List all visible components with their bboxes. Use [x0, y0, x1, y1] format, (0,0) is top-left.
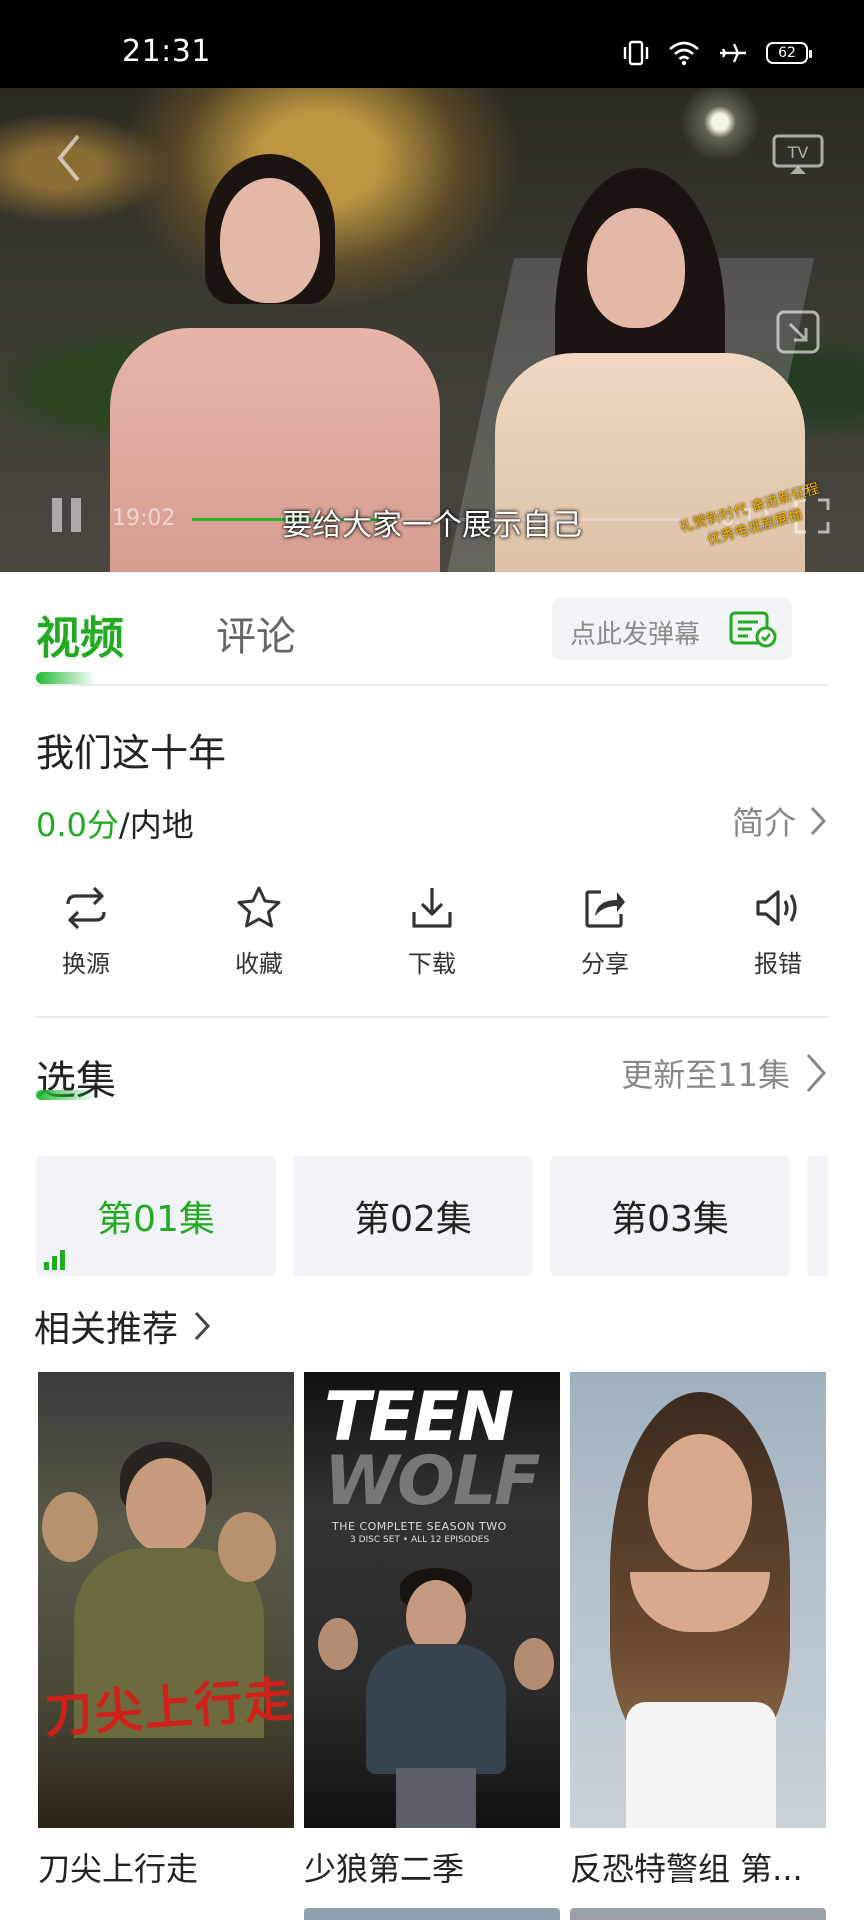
recommendation-poster-3[interactable]	[570, 1372, 826, 1828]
next-row-poster-peek	[304, 1908, 560, 1920]
episodes-update-label: 更新至11集	[621, 1056, 790, 1094]
favorite-button[interactable]: 收藏	[199, 884, 319, 979]
episodes-update-link[interactable]: 更新至11集	[621, 1050, 828, 1096]
vibrate-icon	[623, 40, 649, 66]
wifi-icon	[669, 41, 699, 66]
danmaku-input-button[interactable]: 点此发弹幕	[552, 598, 792, 660]
episode-label: 第03集	[611, 1199, 729, 1240]
chevron-right-icon	[810, 806, 827, 836]
poster-subtitle-2: 3 DISC SET • ALL 12 EPISODES	[350, 1535, 490, 1545]
action-label: 报错	[754, 950, 802, 978]
episode-label: 第01集	[97, 1199, 215, 1240]
next-row-poster-peek	[570, 1908, 826, 1920]
episode-card-partial[interactable]	[807, 1156, 828, 1276]
swap-source-button[interactable]: 换源	[26, 884, 146, 979]
action-label: 收藏	[235, 950, 283, 978]
battery-level: 62	[778, 45, 796, 61]
danmaku-placeholder: 点此发弹幕	[570, 620, 701, 650]
svg-text:TV: TV	[787, 143, 809, 162]
report-error-button[interactable]: 报错	[718, 884, 838, 979]
poster-title-line-2: WOLF	[324, 1442, 541, 1521]
chevron-right-icon	[194, 1311, 211, 1341]
tv-cast-icon[interactable]: TV	[772, 134, 824, 176]
tab-active-indicator	[36, 672, 96, 684]
speaker-icon	[756, 890, 797, 926]
show-title: 我们这十年	[36, 731, 227, 775]
divider	[36, 684, 828, 686]
recommendation-poster-2[interactable]: TEEN WOLF THE COMPLETE SEASON TWO 3 DISC…	[304, 1372, 560, 1828]
airplane-icon	[720, 43, 746, 63]
battery-icon: 62	[766, 42, 812, 64]
status-time: 21:31	[122, 34, 211, 69]
danmaku-icon	[729, 611, 777, 648]
swap-icon	[66, 886, 106, 930]
tab-video[interactable]: 视频	[36, 602, 124, 666]
show-region: /内地	[118, 806, 194, 844]
action-label: 换源	[62, 950, 110, 978]
content-tabs: 视频 评论 点此发弹幕	[0, 572, 864, 686]
tab-comments[interactable]: 评论	[216, 604, 296, 662]
recommendation-label-1[interactable]: 刀尖上行走	[38, 1844, 294, 1890]
episode-card-2[interactable]: 第02集	[293, 1156, 533, 1276]
action-label: 分享	[581, 950, 629, 978]
share-icon	[585, 890, 625, 928]
recommendations-title: 相关推荐	[34, 1309, 179, 1350]
status-bar: 21:31 62	[0, 0, 864, 88]
star-icon	[237, 886, 281, 928]
divider	[36, 1016, 828, 1018]
recommendation-label-3[interactable]: 反恐特警组 第...	[570, 1844, 826, 1890]
download-button[interactable]: 下载	[372, 884, 492, 979]
poster-subtitle: THE COMPLETE SEASON TWO	[332, 1520, 507, 1533]
show-score: 0.0分	[36, 806, 119, 844]
back-arrow-icon[interactable]	[48, 128, 88, 188]
action-bar: 换源 收藏 下载 分享 报错	[0, 884, 864, 994]
picture-in-picture-icon[interactable]	[776, 310, 820, 354]
chevron-right-icon	[806, 1054, 827, 1092]
episode-label: 第02集	[354, 1199, 472, 1240]
recommendations-link[interactable]: 相关推荐	[34, 1300, 212, 1352]
episode-list: 第01集 第02集 第03集	[36, 1156, 828, 1276]
intro-label: 简介	[731, 804, 796, 842]
recommendation-poster-1[interactable]: 刀尖上行走	[38, 1372, 294, 1828]
video-player[interactable]: TV 19:02 46:12 要给大家一个展示自己 礼赞新时代 奋进新征程 优秀…	[0, 88, 864, 572]
episode-card-1[interactable]: 第01集	[36, 1156, 276, 1276]
intro-link[interactable]: 简介	[732, 798, 828, 844]
episodes-title-indicator	[36, 1090, 96, 1100]
share-button[interactable]: 分享	[545, 884, 665, 979]
download-icon	[412, 888, 452, 928]
action-label: 下载	[408, 950, 456, 978]
show-rating: 0.0分/内地	[36, 800, 194, 846]
status-icons: 62	[622, 40, 812, 66]
episode-card-3[interactable]: 第03集	[550, 1156, 790, 1276]
now-playing-icon	[44, 1248, 66, 1270]
recommendation-label-2[interactable]: 少狼第二季	[304, 1844, 560, 1890]
